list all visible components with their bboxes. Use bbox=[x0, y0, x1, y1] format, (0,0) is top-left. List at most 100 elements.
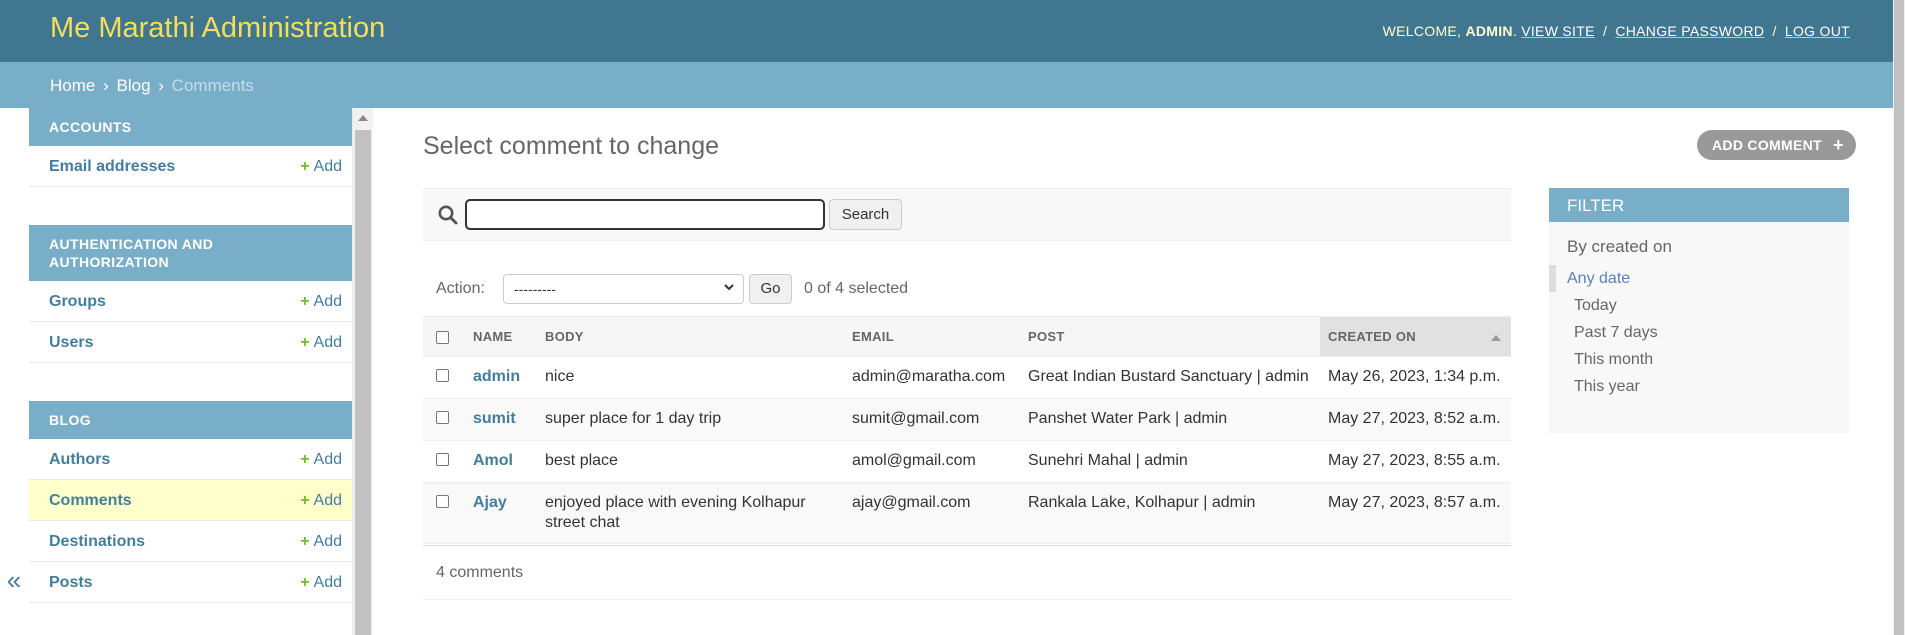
email-cell: ajay@gmail.com bbox=[844, 482, 1020, 544]
add-email-address-link[interactable]: + Add bbox=[300, 158, 342, 176]
add-comment-button[interactable]: ADD COMMENT + bbox=[1697, 130, 1856, 160]
column-created-on[interactable]: CREATED ON bbox=[1320, 316, 1511, 357]
actions-bar: Action: --------- Go 0 of 4 selected bbox=[423, 272, 1511, 306]
welcome-text: WELCOME, bbox=[1382, 23, 1462, 39]
column-post[interactable]: POST bbox=[1020, 316, 1320, 357]
column-created-on-label: CREATED ON bbox=[1328, 329, 1416, 344]
select-all-checkbox[interactable] bbox=[436, 331, 449, 345]
add-label: Add bbox=[313, 451, 342, 468]
sort-ascending-icon[interactable] bbox=[1491, 335, 1501, 341]
filter-option-any-date[interactable]: Any date bbox=[1549, 265, 1849, 292]
column-body[interactable]: BODY bbox=[537, 316, 844, 357]
go-button[interactable]: Go bbox=[749, 274, 792, 304]
module-blog: BLOG Authors + Add Comments + Add Destinat… bbox=[29, 401, 352, 603]
search-input[interactable] bbox=[465, 199, 825, 230]
filter-title: FILTER bbox=[1549, 188, 1849, 222]
row-select-cell bbox=[423, 356, 465, 399]
sidebar-item-comments: Comments + Add bbox=[29, 480, 352, 521]
search-toolbar: Search bbox=[423, 188, 1511, 241]
add-label: Add bbox=[313, 334, 342, 351]
scroll-up-icon[interactable] bbox=[358, 115, 368, 121]
plus-icon: + bbox=[300, 533, 310, 550]
filter-option-this-month[interactable]: This month bbox=[1549, 346, 1849, 373]
email-cell: admin@maratha.com bbox=[844, 356, 1020, 399]
model-link-posts[interactable]: Posts bbox=[49, 574, 93, 592]
model-link-comments[interactable]: Comments bbox=[49, 492, 132, 510]
add-label: Add bbox=[313, 533, 342, 550]
view-site-link[interactable]: VIEW SITE bbox=[1521, 23, 1595, 39]
site-branding[interactable]: Me Marathi Administration bbox=[50, 12, 385, 45]
add-post-link[interactable]: + Add bbox=[300, 574, 342, 592]
filter-options: Any date Today Past 7 days This month Th… bbox=[1549, 265, 1849, 400]
breadcrumb-separator: › bbox=[103, 76, 109, 95]
body-cell: nice bbox=[537, 356, 844, 399]
comment-link[interactable]: admin bbox=[473, 368, 520, 385]
add-user-link[interactable]: + Add bbox=[300, 334, 342, 352]
model-link-destinations[interactable]: Destinations bbox=[49, 533, 145, 551]
page-title: Select comment to change bbox=[423, 132, 719, 160]
row-checkbox[interactable] bbox=[436, 369, 449, 382]
action-label: Action: bbox=[436, 280, 485, 297]
created-on-cell: May 26, 2023, 1:34 p.m. bbox=[1320, 356, 1511, 399]
name-cell: Ajay bbox=[465, 482, 537, 544]
email-cell: amol@gmail.com bbox=[844, 440, 1020, 483]
separator: / bbox=[1602, 23, 1608, 39]
row-select-cell bbox=[423, 482, 465, 544]
scrollbar-thumb[interactable] bbox=[355, 130, 371, 635]
row-checkbox[interactable] bbox=[436, 453, 449, 466]
model-link-authors[interactable]: Authors bbox=[49, 451, 110, 469]
results-table: NAME BODY EMAIL POST CREATED ON admin ni… bbox=[423, 316, 1511, 544]
name-cell: sumit bbox=[465, 398, 537, 441]
table-header-row: NAME BODY EMAIL POST CREATED ON bbox=[423, 316, 1511, 357]
sidebar-item-destinations: Destinations + Add bbox=[29, 521, 352, 562]
plus-icon: + bbox=[300, 451, 310, 468]
filter-option-past-7-days[interactable]: Past 7 days bbox=[1549, 319, 1849, 346]
search-icon bbox=[438, 205, 458, 225]
breadcrumb-blog[interactable]: Blog bbox=[117, 76, 151, 95]
plus-icon: + bbox=[300, 574, 310, 591]
name-cell: Amol bbox=[465, 440, 537, 483]
row-select-cell bbox=[423, 398, 465, 441]
row-checkbox[interactable] bbox=[436, 411, 449, 424]
filter-option-today[interactable]: Today bbox=[1549, 292, 1849, 319]
add-author-link[interactable]: + Add bbox=[300, 451, 342, 469]
add-label: Add bbox=[313, 158, 342, 175]
post-cell: Rankala Lake, Kolhapur | admin bbox=[1020, 482, 1320, 544]
created-on-cell: May 27, 2023, 8:57 a.m. bbox=[1320, 482, 1511, 544]
model-link-groups[interactable]: Groups bbox=[49, 293, 106, 311]
sidebar-scrollbar[interactable] bbox=[353, 108, 373, 635]
scrollbar-thumb[interactable] bbox=[1894, 0, 1904, 635]
header: Me Marathi Administration WELCOME, ADMIN… bbox=[0, 0, 1905, 62]
module-accounts: ACCOUNTS Email addresses + Add bbox=[29, 108, 352, 187]
module-caption-auth[interactable]: AUTHENTICATION AND AUTHORIZATION bbox=[29, 225, 352, 281]
log-out-link[interactable]: LOG OUT bbox=[1785, 23, 1850, 39]
comment-link[interactable]: Ajay bbox=[473, 494, 507, 511]
module-caption-accounts[interactable]: ACCOUNTS bbox=[29, 108, 352, 146]
search-button[interactable]: Search bbox=[829, 199, 902, 230]
sidebar-item-authors: Authors + Add bbox=[29, 439, 352, 480]
toggle-nav-sidebar-button[interactable]: « bbox=[0, 560, 28, 600]
add-destination-link[interactable]: + Add bbox=[300, 533, 342, 551]
add-comment-link[interactable]: + Add bbox=[300, 492, 342, 510]
change-password-link[interactable]: CHANGE PASSWORD bbox=[1615, 23, 1764, 39]
column-name[interactable]: NAME bbox=[465, 316, 537, 357]
plus-icon: + bbox=[300, 158, 310, 175]
sidebar-item-groups: Groups + Add bbox=[29, 281, 352, 322]
comment-link[interactable]: sumit bbox=[473, 410, 516, 427]
row-checkbox[interactable] bbox=[436, 495, 449, 508]
model-link-email-addresses[interactable]: Email addresses bbox=[49, 158, 175, 176]
breadcrumb-home[interactable]: Home bbox=[50, 76, 95, 95]
add-group-link[interactable]: + Add bbox=[300, 293, 342, 311]
breadcrumb-separator: › bbox=[158, 76, 164, 95]
breadcrumb: Home › Blog › Comments bbox=[0, 62, 1905, 108]
comment-link[interactable]: Amol bbox=[473, 452, 513, 469]
page-scrollbar[interactable] bbox=[1893, 0, 1905, 635]
module-caption-blog[interactable]: BLOG bbox=[29, 401, 352, 439]
email-cell: sumit@gmail.com bbox=[844, 398, 1020, 441]
nav-sidebar: ACCOUNTS Email addresses + Add AUTHENTICA… bbox=[29, 108, 353, 635]
model-link-users[interactable]: Users bbox=[49, 334, 93, 352]
filter-option-this-year[interactable]: This year bbox=[1549, 373, 1849, 400]
user-tools: WELCOME, ADMIN. VIEW SITE / CHANGE PASSW… bbox=[1382, 23, 1850, 39]
action-select[interactable]: --------- bbox=[503, 274, 744, 304]
column-email[interactable]: EMAIL bbox=[844, 316, 1020, 357]
